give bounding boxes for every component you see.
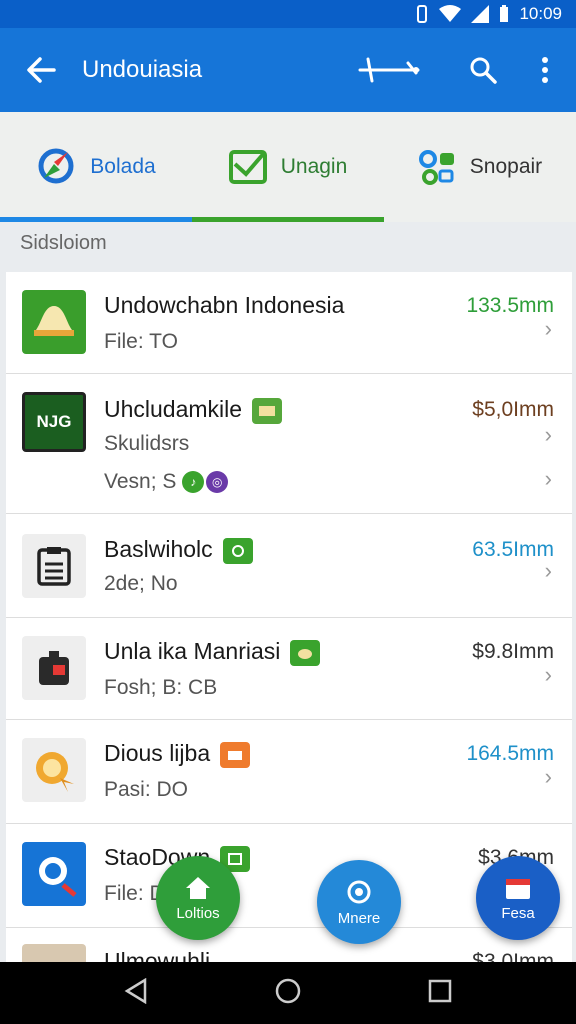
item-detail: Vesn; S ♪ ◎ xyxy=(104,470,229,494)
chevron-right-icon: › xyxy=(544,316,552,341)
page-title: Undouiasia xyxy=(82,56,203,83)
mail-check-icon xyxy=(228,150,267,184)
nav-recents-button[interactable] xyxy=(428,979,452,1008)
section-label: Sidsloiom xyxy=(20,232,107,254)
fab-label: Mnere xyxy=(337,909,381,927)
list-item[interactable]: Baslwiholc 2de; No 63.5Imm › xyxy=(6,514,572,618)
battery-icon xyxy=(499,5,509,23)
system-nav-bar xyxy=(0,962,576,1024)
list-item[interactable]: Undowchabn Indonesia File: TO 133.5mm › xyxy=(6,272,572,374)
clipboard-icon xyxy=(37,547,71,586)
fab-label: Fesa xyxy=(501,904,535,922)
item-name: Ulmowuhli xyxy=(104,948,211,962)
item-thumbnail xyxy=(22,636,86,700)
chevron-right-icon: › xyxy=(544,764,552,789)
vibrate-icon xyxy=(415,5,429,23)
back-arrow-icon xyxy=(27,57,56,83)
fab-more[interactable]: Mnere xyxy=(317,860,401,944)
app-bar: Undouiasia xyxy=(0,28,576,112)
clock: 10:09 xyxy=(519,4,562,23)
calendar-icon xyxy=(506,878,530,899)
refresh-circle-icon xyxy=(347,880,371,903)
status-bar: 10:09 xyxy=(0,0,576,28)
bell-tent-icon xyxy=(34,306,74,336)
list-item[interactable]: Unla ika Manriasi Fosh; B: CB $9.8Imm › xyxy=(6,618,572,720)
item-price: $5,0Imm xyxy=(472,398,554,421)
item-thumbnail xyxy=(22,534,86,598)
item-name: Baslwiholc xyxy=(104,536,253,564)
item-price: $9.8Imm xyxy=(472,640,554,663)
search-button[interactable] xyxy=(452,28,514,112)
item-thumbnail xyxy=(22,290,86,354)
nav-back-icon xyxy=(124,977,146,1004)
fab-home[interactable]: Loltios xyxy=(156,856,240,940)
item-detail: Fosh; B: CB xyxy=(104,676,218,699)
toolbox-icon xyxy=(39,651,69,685)
nav-home-button[interactable] xyxy=(275,978,301,1009)
item-thumbnail xyxy=(22,944,86,962)
item-price: 164.5mm xyxy=(466,742,554,765)
badge-icon xyxy=(290,639,321,666)
badge-icon xyxy=(252,397,283,424)
item-thumbnail xyxy=(22,738,86,802)
signal-icon xyxy=(471,5,490,23)
item-list: Undowchabn Indonesia File: TO 133.5mm › … xyxy=(6,272,572,962)
item-detail: File: TO xyxy=(104,330,178,353)
status-dot-icon: ◎ xyxy=(206,471,229,494)
route-button[interactable] xyxy=(328,28,452,112)
back-button[interactable] xyxy=(0,28,82,112)
tab-label: Bolada xyxy=(90,155,156,178)
tab-bar: Bolada Unagin Snopair xyxy=(0,112,576,222)
award-icon xyxy=(36,752,74,792)
item-name: Uhcludamkile xyxy=(104,396,283,424)
chevron-right-icon: › xyxy=(544,662,552,687)
tab-bolada[interactable]: Bolada xyxy=(0,112,192,222)
item-detail: Skulidsrs xyxy=(104,432,190,455)
fab-label: Loltios xyxy=(176,904,220,922)
fab-fesa[interactable]: Fesa xyxy=(476,856,560,940)
item-thumbnail: NJG xyxy=(22,392,86,452)
item-name: Unla ika Manriasi xyxy=(104,638,321,666)
tab-label: Snopair xyxy=(469,155,543,178)
tab-label: Unagin xyxy=(280,155,348,178)
item-thumbnail xyxy=(22,842,86,906)
people-map-icon xyxy=(418,150,454,185)
chat-search-icon xyxy=(39,857,77,897)
route-icon xyxy=(358,57,420,83)
item-price: $3.0Imm xyxy=(472,950,554,962)
item-price: 133.5mm xyxy=(466,294,554,317)
item-name: Dious lijba xyxy=(104,740,251,768)
nav-home-icon xyxy=(275,978,301,1003)
badge-icon xyxy=(222,537,253,564)
search-icon xyxy=(470,57,497,84)
chevron-right-icon: › xyxy=(544,422,552,447)
list-item[interactable]: NJG Uhcludamkile Skulidsrs Vesn; S ♪ ◎ $5… xyxy=(6,374,572,514)
tab-unagin[interactable]: Unagin xyxy=(192,112,384,222)
home-icon xyxy=(186,876,210,899)
nav-back-button[interactable] xyxy=(124,977,148,1009)
tab-snopair[interactable]: Snopair xyxy=(384,112,576,222)
tab-underline xyxy=(0,217,192,222)
list-item[interactable]: Ulmowuhli $3.0Imm xyxy=(6,928,572,962)
list-item[interactable]: Dious lijba Pasi: DO 164.5mm › xyxy=(6,720,572,824)
item-price: 63.5Imm xyxy=(472,538,554,561)
wifi-icon xyxy=(439,5,462,23)
compass-icon xyxy=(38,148,74,184)
item-detail: 2de; No xyxy=(104,572,178,595)
status-dot-icon: ♪ xyxy=(182,471,205,494)
chevron-right-icon: › xyxy=(544,558,552,583)
more-vert-icon xyxy=(542,57,548,83)
item-name: Undowchabn Indonesia xyxy=(104,292,345,318)
tab-underline xyxy=(192,217,384,222)
more-options-button[interactable] xyxy=(514,28,576,112)
item-detail: Pasi: DO xyxy=(104,778,189,801)
nav-recents-icon xyxy=(429,979,452,1002)
chevron-right-icon: › xyxy=(544,466,552,491)
badge-icon xyxy=(220,741,251,768)
